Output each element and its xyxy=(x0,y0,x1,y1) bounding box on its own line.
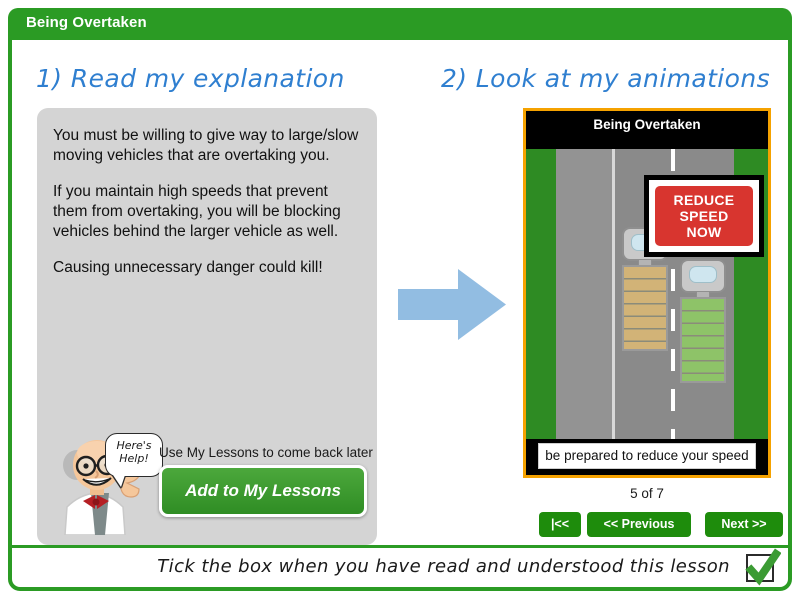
sign-line-2: SPEED xyxy=(679,208,729,224)
confirmation-text: Tick the box when you have read and unde… xyxy=(157,556,730,577)
truck-trailer xyxy=(622,265,668,351)
window-title-bar: Being Overtaken xyxy=(8,8,792,40)
speech-bubble: Here's Help! xyxy=(105,433,163,477)
lesson-window: Being Overtaken 1) Read my explanation 2… xyxy=(8,8,792,591)
verge-left xyxy=(526,149,556,439)
checkmark-icon xyxy=(745,548,781,586)
speech-bubble-text: Here's Help! xyxy=(116,439,152,465)
window-title: Being Overtaken xyxy=(26,14,147,31)
page-counter: 5 of 7 xyxy=(630,486,664,501)
truck-cab xyxy=(680,259,726,293)
animation-navigation: |<< << Previous Next >> xyxy=(523,512,783,538)
road-scene: REDUCE SPEED NOW xyxy=(526,149,768,439)
explanation-panel: You must be willing to give way to large… xyxy=(37,108,377,545)
explanation-paragraph: Causing unnecessary danger could kill! xyxy=(53,259,323,276)
next-slide-button[interactable]: Next >> xyxy=(705,512,783,537)
sign-line-1: REDUCE xyxy=(673,192,735,208)
first-slide-button[interactable]: |<< xyxy=(539,512,581,537)
hard-shoulder xyxy=(556,149,612,439)
right-arrow-icon xyxy=(398,269,506,340)
animation-title: Being Overtaken xyxy=(593,117,701,132)
section-heading-read: 1) Read my explanation xyxy=(36,64,345,93)
reduce-speed-sign-inner: REDUCE SPEED NOW xyxy=(649,180,759,252)
speech-bubble-tail xyxy=(113,475,125,487)
explanation-text: You must be willing to give way to large… xyxy=(53,126,359,294)
add-to-my-lessons-label: Add to My Lessons xyxy=(185,481,341,500)
animation-panel[interactable]: Being Overtaken REDUCE SPEED NOW be prep… xyxy=(523,108,771,478)
animation-caption: be prepared to reduce your speed xyxy=(538,443,756,469)
lesson-understood-checkbox[interactable] xyxy=(745,548,781,586)
reduce-speed-sign-face: REDUCE SPEED NOW xyxy=(653,184,755,248)
explanation-paragraph: If you maintain high speeds that prevent… xyxy=(53,183,341,240)
reduce-speed-sign: REDUCE SPEED NOW xyxy=(644,175,764,257)
truck-trailer xyxy=(680,297,726,383)
confirmation-bar: Tick the box when you have read and unde… xyxy=(12,545,788,587)
truck-windscreen xyxy=(689,266,717,283)
explanation-paragraph: You must be willing to give way to large… xyxy=(53,127,359,164)
previous-slide-button[interactable]: << Previous xyxy=(587,512,691,537)
my-lessons-caption: Use My Lessons to come back later xyxy=(159,445,373,460)
add-to-my-lessons-button[interactable]: Add to My Lessons xyxy=(159,465,367,517)
section-heading-animations: 2) Look at my animations xyxy=(440,64,770,93)
help-block: Here's Help! Use My Lessons to come back… xyxy=(47,431,373,535)
sign-line-3: NOW xyxy=(686,224,722,240)
